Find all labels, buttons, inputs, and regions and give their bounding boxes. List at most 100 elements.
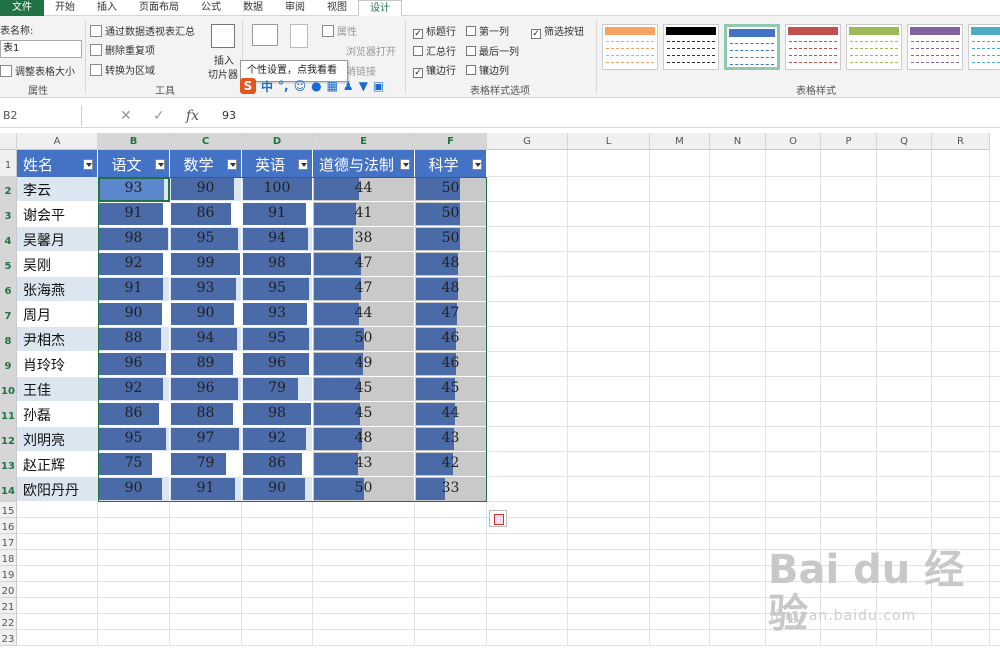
quick-analysis-icon[interactable] bbox=[489, 510, 507, 527]
table-cell-name[interactable]: 赵正辉 bbox=[17, 452, 98, 477]
table-cell-value[interactable]: 45 bbox=[313, 402, 415, 427]
row-header-3[interactable]: 3 bbox=[0, 202, 17, 227]
table-cell-value[interactable]: 95 bbox=[170, 227, 242, 252]
row-header-21[interactable]: 21 bbox=[0, 598, 17, 614]
ime-mode[interactable]: 中 bbox=[261, 78, 273, 95]
table-cell-value[interactable]: 47 bbox=[415, 302, 487, 327]
table-cell-value[interactable]: 79 bbox=[170, 452, 242, 477]
sogou-logo-icon[interactable]: S bbox=[240, 78, 256, 94]
row-header-17[interactable]: 17 bbox=[0, 534, 17, 550]
table-cell-value[interactable]: 88 bbox=[170, 402, 242, 427]
table-cell-value[interactable]: 47 bbox=[313, 252, 415, 277]
table-cell-value[interactable]: 94 bbox=[170, 327, 242, 352]
row-header-5[interactable]: 5 bbox=[0, 252, 17, 277]
checkbox-icon[interactable] bbox=[413, 46, 423, 56]
table-cell-value[interactable]: 95 bbox=[242, 327, 313, 352]
slicer-label-2[interactable]: 切片器 bbox=[208, 66, 238, 81]
convert-range-button[interactable]: 转换为区域 bbox=[90, 62, 155, 77]
filter-dropdown-icon[interactable] bbox=[83, 159, 93, 170]
table-style-thumb[interactable] bbox=[724, 24, 780, 70]
export-icon[interactable] bbox=[252, 24, 278, 46]
column-header-L[interactable]: L bbox=[568, 133, 650, 150]
table-cell-value[interactable]: 98 bbox=[98, 227, 170, 252]
menu-formulas[interactable]: 公式 bbox=[190, 0, 232, 16]
table-cell-value[interactable]: 90 bbox=[98, 302, 170, 327]
option-last-column[interactable]: 最后一列 bbox=[466, 43, 519, 58]
resize-table-button[interactable]: 调整表格大小 bbox=[0, 63, 75, 78]
menu-file[interactable]: 文件 bbox=[0, 0, 44, 16]
row-header-18[interactable]: 18 bbox=[0, 550, 17, 566]
table-cell-name[interactable]: 欧阳丹丹 bbox=[17, 477, 98, 502]
menu-page-layout[interactable]: 页面布局 bbox=[128, 0, 190, 16]
toolbox-icon[interactable]: ▣ bbox=[373, 79, 384, 93]
checkbox-icon[interactable] bbox=[466, 46, 476, 56]
column-header-Q[interactable]: Q bbox=[877, 133, 932, 150]
table-cell-name[interactable]: 肖玲玲 bbox=[17, 352, 98, 377]
table-cell-value[interactable]: 50 bbox=[415, 177, 487, 202]
table-cell-value[interactable]: 96 bbox=[170, 377, 242, 402]
column-header-M[interactable]: M bbox=[650, 133, 710, 150]
table-cell-value[interactable]: 96 bbox=[242, 352, 313, 377]
table-style-thumb[interactable] bbox=[846, 24, 902, 70]
table-cell-value[interactable]: 50 bbox=[313, 327, 415, 352]
checkbox-icon[interactable]: ✓ bbox=[413, 68, 423, 78]
table-cell-value[interactable]: 46 bbox=[415, 327, 487, 352]
table-cell-value[interactable]: 93 bbox=[170, 277, 242, 302]
menu-insert[interactable]: 插入 bbox=[86, 0, 128, 16]
row-header-20[interactable]: 20 bbox=[0, 582, 17, 598]
table-style-thumb[interactable] bbox=[907, 24, 963, 70]
table-cell-value[interactable]: 86 bbox=[170, 202, 242, 227]
refresh-icon[interactable] bbox=[290, 24, 308, 48]
option-filter-button[interactable]: ✓ 筛选按钮 bbox=[531, 23, 584, 39]
emoji-icon[interactable]: ☺ bbox=[294, 79, 307, 93]
menu-design[interactable]: 设计 bbox=[358, 0, 402, 16]
column-header-O[interactable]: O bbox=[766, 133, 821, 150]
column-header-P[interactable]: P bbox=[821, 133, 877, 150]
table-cell-value[interactable]: 50 bbox=[415, 227, 487, 252]
row-header-22[interactable]: 22 bbox=[0, 614, 17, 630]
table-cell-value[interactable]: 96 bbox=[98, 352, 170, 377]
cancel-icon[interactable]: ✕ bbox=[120, 106, 132, 126]
row-header-8[interactable]: 8 bbox=[0, 327, 17, 352]
user-icon[interactable]: ♟ bbox=[343, 79, 354, 93]
table-cell-value[interactable]: 49 bbox=[313, 352, 415, 377]
checkbox-icon[interactable] bbox=[466, 65, 476, 75]
table-cell-name[interactable]: 李云 bbox=[17, 177, 98, 202]
table-cell-value[interactable]: 86 bbox=[242, 452, 313, 477]
table-cell-name[interactable]: 尹相杰 bbox=[17, 327, 98, 352]
option-banded-rows[interactable]: ✓ 镶边行 bbox=[413, 62, 456, 78]
column-header-D[interactable]: D bbox=[242, 133, 313, 150]
table-header-cell[interactable]: 英语 bbox=[242, 150, 313, 177]
table-header-cell[interactable]: 语文 bbox=[98, 150, 170, 177]
table-cell-value[interactable]: 93 bbox=[98, 177, 170, 202]
table-cell-value[interactable]: 89 bbox=[170, 352, 242, 377]
table-cell-value[interactable]: 38 bbox=[313, 227, 415, 252]
checkbox-icon[interactable]: ✓ bbox=[413, 29, 423, 39]
table-cell-value[interactable]: 90 bbox=[98, 477, 170, 502]
table-cell-value[interactable]: 91 bbox=[170, 477, 242, 502]
table-cell-value[interactable]: 100 bbox=[242, 177, 313, 202]
table-cell-value[interactable]: 98 bbox=[242, 402, 313, 427]
name-box[interactable]: B2 bbox=[0, 106, 82, 126]
table-cell-value[interactable]: 95 bbox=[98, 427, 170, 452]
table-cell-value[interactable]: 46 bbox=[415, 352, 487, 377]
row-header-2[interactable]: 2 bbox=[0, 177, 17, 202]
enter-icon[interactable]: ✓ bbox=[153, 106, 165, 126]
table-cell-name[interactable]: 吴刚 bbox=[17, 252, 98, 277]
table-header-cell[interactable]: 数学 bbox=[170, 150, 242, 177]
column-header-G[interactable]: G bbox=[487, 133, 568, 150]
checkbox-icon[interactable]: ✓ bbox=[531, 29, 541, 39]
table-cell-value[interactable]: 91 bbox=[98, 277, 170, 302]
table-cell-value[interactable]: 44 bbox=[415, 402, 487, 427]
table-cell-value[interactable]: 48 bbox=[313, 427, 415, 452]
table-cell-value[interactable]: 99 bbox=[170, 252, 242, 277]
column-header-A[interactable]: A bbox=[17, 133, 98, 150]
table-cell-value[interactable]: 91 bbox=[242, 202, 313, 227]
slicer-label-1[interactable]: 插入 bbox=[214, 52, 234, 67]
table-cell-value[interactable]: 90 bbox=[170, 302, 242, 327]
table-cell-value[interactable]: 44 bbox=[313, 177, 415, 202]
filter-dropdown-icon[interactable] bbox=[298, 159, 308, 170]
microphone-icon[interactable]: ● bbox=[311, 79, 321, 93]
table-style-thumb[interactable] bbox=[663, 24, 719, 70]
pivot-summarize-button[interactable]: 通过数据透视表汇总 bbox=[90, 23, 195, 38]
